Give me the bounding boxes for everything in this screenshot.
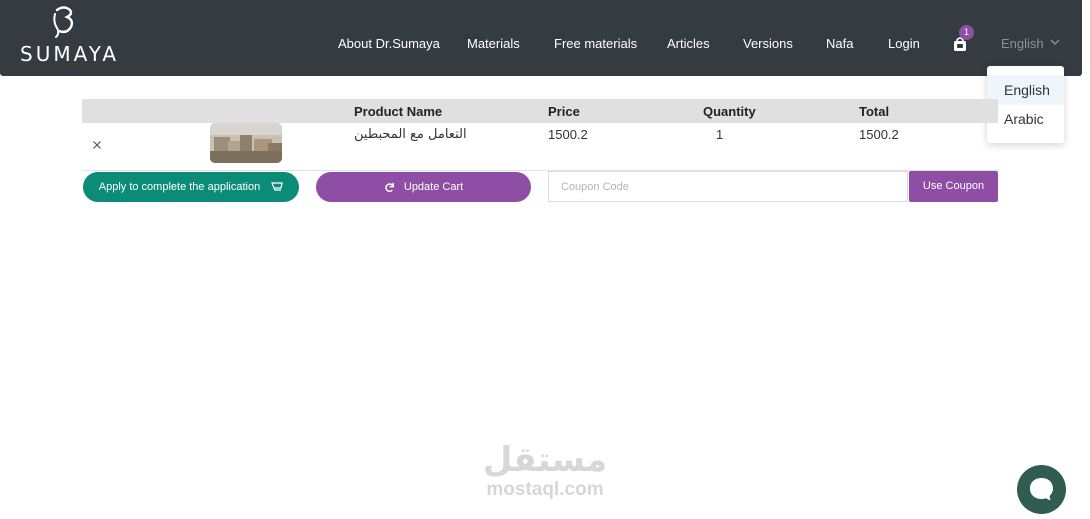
price-cell: 1500.2 bbox=[548, 127, 588, 142]
chat-widget-button[interactable] bbox=[1017, 465, 1066, 514]
update-cart-button[interactable]: Update Cart bbox=[316, 172, 531, 202]
cart-count-badge: 1 bbox=[959, 25, 974, 40]
nav-link-free-materials[interactable]: Free materials bbox=[554, 36, 637, 51]
column-header-price: Price bbox=[548, 104, 580, 119]
product-thumbnail[interactable] bbox=[210, 123, 282, 163]
language-dropdown-menu: English Arabic bbox=[987, 66, 1064, 143]
sumaya-logo[interactable]: SUMAYA bbox=[20, 6, 120, 68]
use-coupon-button[interactable]: Use Coupon bbox=[909, 171, 998, 202]
column-header-quantity: Quantity bbox=[703, 104, 756, 119]
nav-link-login[interactable]: Login bbox=[888, 36, 920, 51]
nav-link-versions[interactable]: Versions bbox=[743, 36, 793, 51]
mostaql-watermark: مستقل mostaql.com bbox=[470, 440, 620, 502]
total-cell: 1500.2 bbox=[859, 127, 899, 142]
coupon-code-input[interactable] bbox=[548, 171, 908, 202]
language-selector[interactable]: English bbox=[1001, 36, 1044, 51]
watermark-latin-text: mostaql.com bbox=[486, 479, 604, 500]
chevron-down-icon[interactable] bbox=[1050, 38, 1060, 46]
cart-icon bbox=[271, 182, 283, 191]
language-option-english[interactable]: English bbox=[987, 75, 1064, 105]
chat-bubble-icon bbox=[1030, 478, 1053, 501]
language-option-arabic[interactable]: Arabic bbox=[987, 104, 1064, 134]
update-cart-label: Update Cart bbox=[403, 181, 464, 193]
refresh-icon bbox=[385, 182, 394, 192]
top-navbar: SUMAYA About Dr.Sumaya Materials Free ma… bbox=[0, 0, 1082, 76]
nav-link-materials[interactable]: Materials bbox=[467, 36, 520, 51]
column-header-product-name: Product Name bbox=[354, 104, 443, 119]
watermark-arabic-text: مستقل bbox=[482, 440, 608, 480]
apply-button-label: Apply to complete the application bbox=[98, 181, 261, 193]
logo-mark-icon bbox=[53, 6, 74, 38]
apply-complete-application-button[interactable]: Apply to complete the application bbox=[83, 172, 299, 202]
product-image bbox=[210, 123, 282, 163]
column-header-total: Total bbox=[859, 104, 890, 119]
nav-link-articles[interactable]: Articles bbox=[667, 36, 710, 51]
nav-link-about[interactable]: About Dr.Sumaya bbox=[338, 36, 440, 51]
product-name-cell: التعامل مع المحبطين bbox=[354, 127, 467, 142]
logo-text: SUMAYA bbox=[20, 42, 120, 66]
remove-item-icon[interactable] bbox=[92, 140, 102, 150]
quantity-cell: 1 bbox=[716, 127, 724, 142]
nav-link-nafa[interactable]: Nafa bbox=[826, 36, 853, 51]
